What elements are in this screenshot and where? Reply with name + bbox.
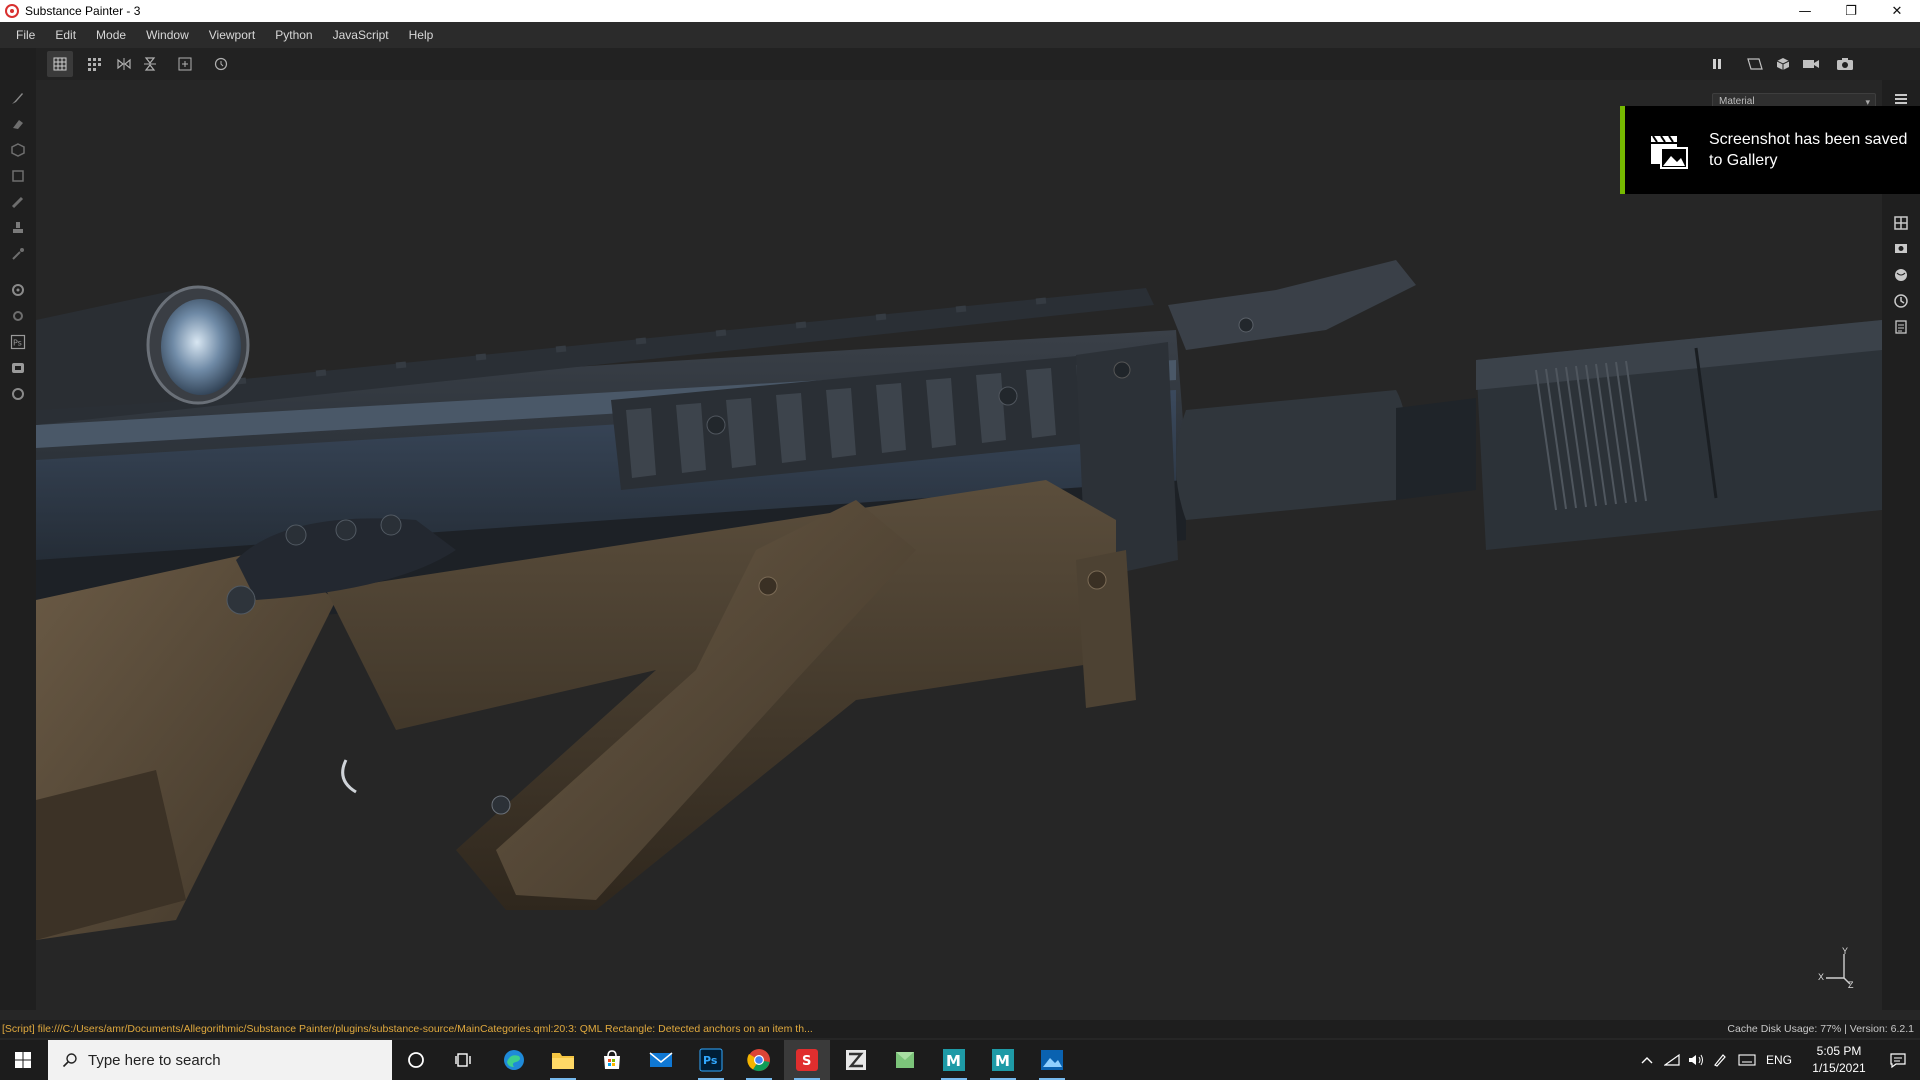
axis-y-label: Y xyxy=(1842,946,1849,956)
cache-usage-text: Cache Disk Usage: 77% | Version: 6.2.1 xyxy=(1727,1023,1914,1035)
script-log-message[interactable]: [Script] file:///C:/Users/amr/Documents/… xyxy=(2,1020,813,1038)
language-indicator[interactable]: ENG xyxy=(1762,1040,1796,1080)
green-app-icon[interactable] xyxy=(882,1040,928,1080)
bake-icon[interactable] xyxy=(6,304,30,328)
svg-text:S: S xyxy=(802,1054,811,1069)
keyboard-icon[interactable] xyxy=(1734,1040,1760,1080)
taskbar-search-box[interactable]: Type here to search xyxy=(48,1040,392,1080)
axis-z-label: Z xyxy=(1848,980,1854,990)
pen-input-icon[interactable] xyxy=(1708,1040,1732,1080)
display-settings-icon[interactable] xyxy=(1890,238,1912,260)
volume-icon[interactable] xyxy=(1684,1040,1708,1080)
close-icon[interactable]: ✕ xyxy=(1874,0,1920,22)
notification-text: Screenshot has been saved to Gallery xyxy=(1709,131,1908,169)
store-icon[interactable] xyxy=(589,1040,635,1080)
svg-text:Ps: Ps xyxy=(13,339,22,348)
screenshot-icon[interactable] xyxy=(1832,51,1858,77)
photoshop-icon[interactable]: Ps xyxy=(688,1040,734,1080)
search-placeholder: Type here to search xyxy=(88,1051,221,1069)
photos-icon[interactable] xyxy=(1029,1040,1075,1080)
network-icon[interactable] xyxy=(1660,1040,1684,1080)
2d-view-icon[interactable] xyxy=(1742,51,1768,77)
log-icon[interactable] xyxy=(1890,316,1912,338)
smudge-icon[interactable] xyxy=(6,190,30,214)
menu-edit[interactable]: Edit xyxy=(45,28,86,42)
svg-text:M: M xyxy=(946,1052,961,1070)
polygon-fill-icon[interactable] xyxy=(6,164,30,188)
restore-icon[interactable]: ❐ xyxy=(1828,0,1874,22)
menu-javascript[interactable]: JavaScript xyxy=(323,28,399,42)
right-panel-bar xyxy=(1882,80,1920,1010)
chrome-icon[interactable] xyxy=(736,1040,782,1080)
pause-icon[interactable] xyxy=(1704,51,1730,77)
minimize-icon[interactable]: — xyxy=(1782,0,1828,22)
svg-text:M: M xyxy=(995,1052,1010,1070)
status-bar: [Script] file:///C:/Users/amr/Documents/… xyxy=(0,1020,1920,1038)
clone-stamp-icon[interactable] xyxy=(6,216,30,240)
menu-viewport[interactable]: Viewport xyxy=(199,28,265,42)
color-picker-icon[interactable] xyxy=(6,242,30,266)
edge-icon[interactable] xyxy=(491,1040,537,1080)
gallery-notification[interactable]: Screenshot has been saved to Gallery xyxy=(1620,106,1920,194)
maya-icon[interactable]: M xyxy=(931,1040,977,1080)
windows-start-icon[interactable] xyxy=(0,1040,46,1080)
menu-file[interactable]: File xyxy=(6,28,45,42)
3d-viewport[interactable]: Y X Z xyxy=(36,80,1882,1010)
windows-taskbar: Type here to search Ps S M M ENG 5:05 PM… xyxy=(0,1040,1920,1080)
substance-painter-taskbar-icon[interactable]: S xyxy=(784,1040,830,1080)
shader-settings-icon[interactable] xyxy=(1890,264,1912,286)
symmetry-grid-icon[interactable] xyxy=(47,51,73,77)
rifle-model-render xyxy=(36,260,1882,940)
menu-python[interactable]: Python xyxy=(265,28,322,42)
gallery-clapper-icon xyxy=(1651,135,1688,169)
photoshop-plugin-icon[interactable]: Ps xyxy=(6,330,30,354)
menu-help[interactable]: Help xyxy=(399,28,444,42)
texture-set-icon[interactable] xyxy=(1890,212,1912,234)
window-controls: — ❐ ✕ xyxy=(1782,0,1920,22)
mirror-x-icon[interactable] xyxy=(111,51,137,77)
clock-date: 1/15/2021 xyxy=(1812,1061,1866,1075)
mirror-y-icon[interactable] xyxy=(137,51,163,77)
mail-icon[interactable] xyxy=(638,1040,684,1080)
file-explorer-icon[interactable] xyxy=(540,1040,586,1080)
svg-text:Ps: Ps xyxy=(703,1054,718,1067)
projection-icon[interactable] xyxy=(6,138,30,162)
add-frame-icon[interactable] xyxy=(172,51,198,77)
menu-bar: File Edit Mode Window Viewport Python Ja… xyxy=(0,22,1920,48)
notification-center-icon[interactable] xyxy=(1884,1040,1912,1080)
menu-window[interactable]: Window xyxy=(136,28,199,42)
eraser-icon[interactable] xyxy=(6,112,30,136)
menu-mode[interactable]: Mode xyxy=(86,28,136,42)
export-plugin-icon[interactable] xyxy=(6,356,30,380)
substance-painter-icon xyxy=(5,4,19,18)
taskbar-clock[interactable]: 5:05 PM 1/15/2021 xyxy=(1802,1043,1876,1077)
viewport-toolbar xyxy=(36,48,1920,80)
axis-x-label: X xyxy=(1818,972,1825,982)
search-icon xyxy=(62,1053,77,1068)
3d-view-icon[interactable] xyxy=(1770,51,1796,77)
cortana-icon[interactable] xyxy=(393,1040,439,1080)
plugin-gear-icon[interactable] xyxy=(6,382,30,406)
clock-time: 5:05 PM xyxy=(1816,1044,1862,1058)
history-reset-icon[interactable] xyxy=(208,51,234,77)
camera-icon[interactable] xyxy=(1798,51,1824,77)
tool-sidebar: Ps xyxy=(0,48,36,1010)
history-icon[interactable] xyxy=(1890,290,1912,312)
window-title: Substance Painter - 3 xyxy=(25,4,141,18)
task-view-icon[interactable] xyxy=(441,1040,487,1080)
maya-2-icon[interactable]: M xyxy=(980,1040,1026,1080)
paint-brush-icon[interactable] xyxy=(6,86,30,110)
uv-grid-icon[interactable] xyxy=(82,51,108,77)
title-bar: Substance Painter - 3 — ❐ ✕ xyxy=(0,0,1920,22)
zbrush-icon[interactable] xyxy=(833,1040,879,1080)
show-hidden-icons-chevron-icon[interactable] xyxy=(1636,1040,1658,1080)
settings-gear-icon[interactable] xyxy=(6,278,30,302)
